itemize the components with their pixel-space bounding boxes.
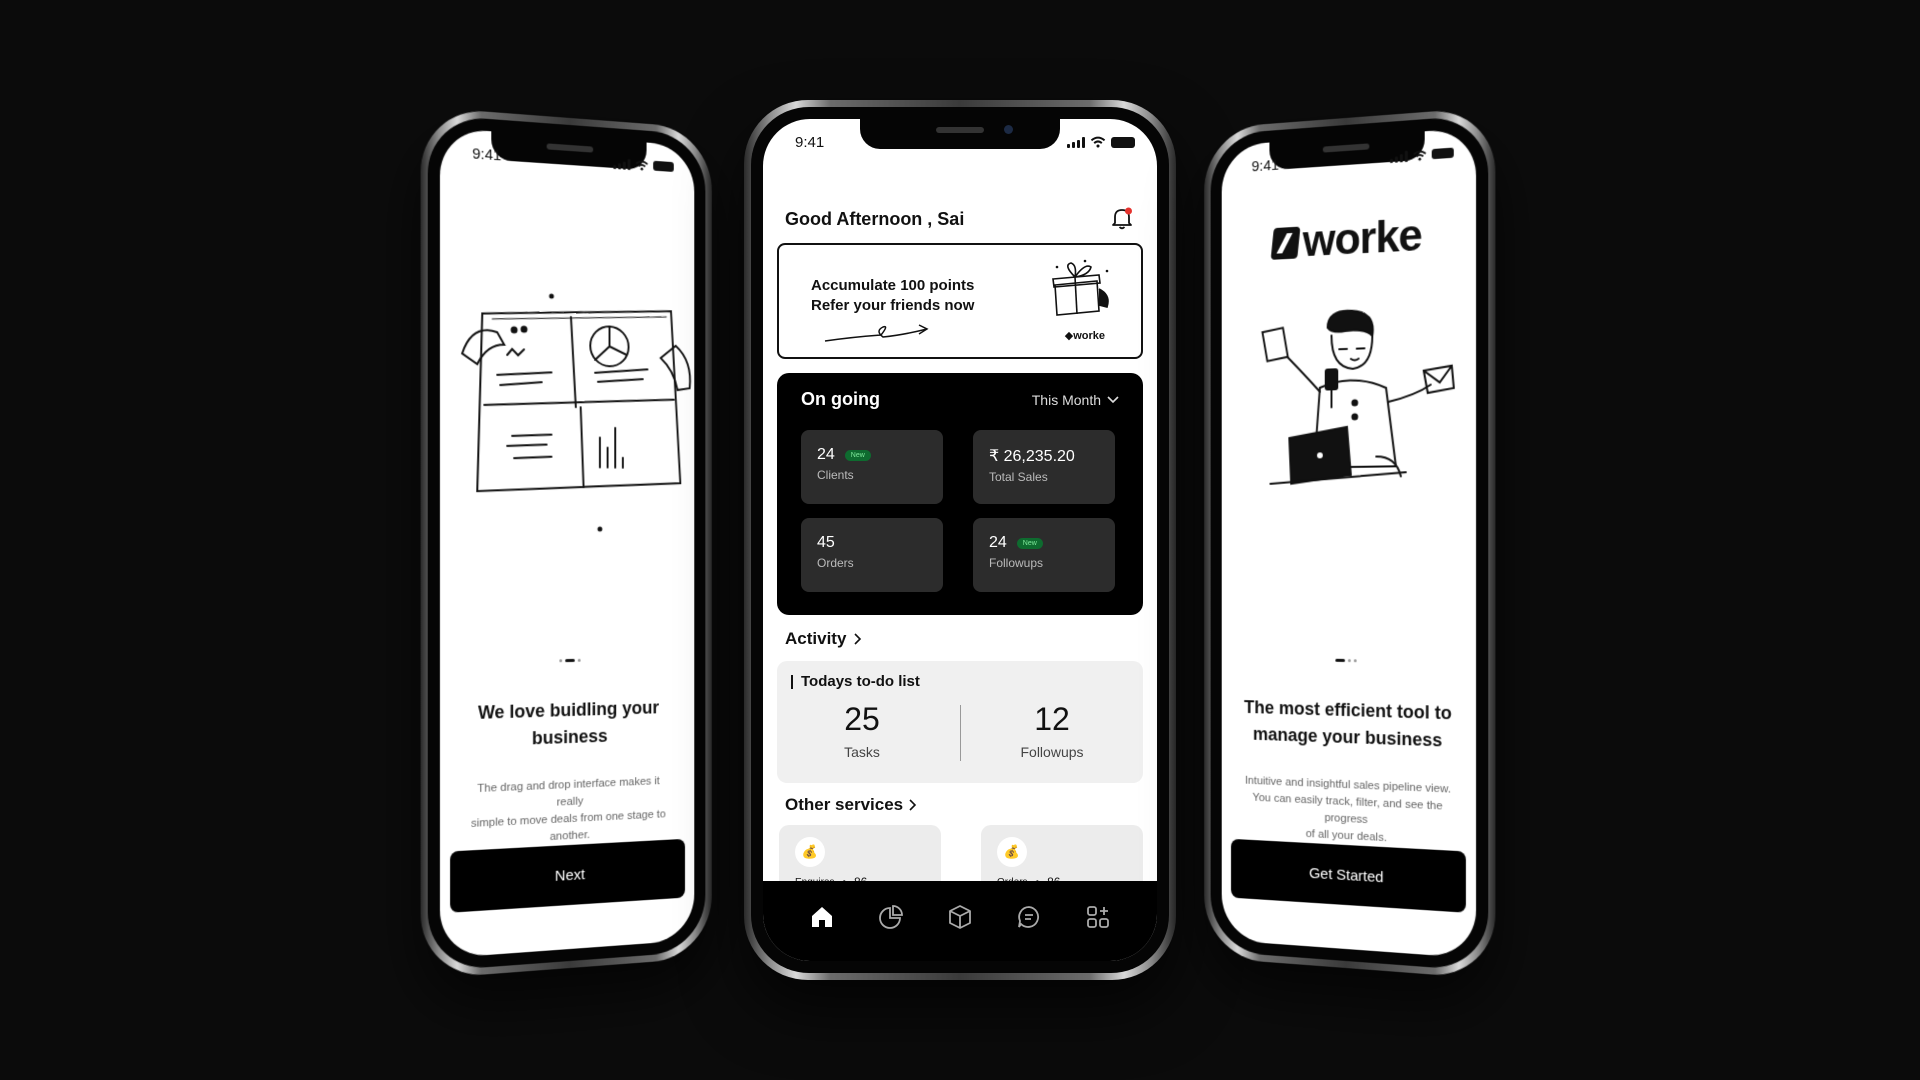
chevron-down-icon (1107, 395, 1119, 403)
clients-count: 24 (817, 446, 835, 463)
total-sales-value: ₹ 26,235.20 (989, 448, 1075, 465)
ongoing-title: On going (801, 389, 880, 409)
todo-title: Todays to-do list (791, 673, 920, 690)
worke-logo: worke (1222, 207, 1476, 271)
orders-label: Orders (817, 556, 854, 570)
todo-card[interactable]: Todays to-do list 25 Tasks 12 Followups (777, 661, 1143, 783)
pie-chart-icon[interactable] (876, 902, 906, 932)
referral-banner[interactable]: Accumulate 100 points Refer your friends… (777, 243, 1143, 359)
chevron-right-icon (854, 633, 862, 645)
scribble-arrow-icon (824, 324, 929, 342)
battery-icon (1111, 136, 1135, 148)
next-button[interactable]: Next (450, 838, 686, 913)
followups-stat: 12 Followups (977, 701, 1127, 760)
month-filter-dropdown[interactable]: This Month (1032, 392, 1119, 408)
status-bar: 9:41 (763, 129, 1157, 155)
box-icon[interactable] (945, 902, 975, 932)
tasks-count: 25 (844, 701, 880, 737)
clients-card[interactable]: 24 New Clients (801, 430, 943, 504)
new-badge: New (1016, 537, 1043, 549)
activity-link[interactable]: Activity (785, 629, 862, 649)
onboarding-description: The drag and drop interface makes it rea… (470, 775, 666, 844)
chevron-right-icon (909, 799, 917, 811)
onboarding-screen-1: 9:41 We love buidling your business The … (439, 127, 695, 959)
total-sales-card[interactable]: ₹ 26,235.20 Total Sales (973, 430, 1115, 504)
orders-count: 45 (817, 534, 835, 551)
followups-stat-count: 12 (1034, 701, 1070, 737)
followups-label: Followups (989, 556, 1044, 570)
page-indicator (440, 656, 694, 664)
followups-stat-label: Followups (1020, 744, 1084, 760)
money-bag-icon: 💰 (795, 837, 825, 867)
money-bag-icon: 💰 (997, 837, 1027, 867)
onboarding-screen-2: 9:41 worke The most efficient tool to ma… (1221, 127, 1477, 959)
total-sales-label: Total Sales (989, 470, 1048, 484)
new-badge: New (844, 449, 871, 461)
signal-icon (1067, 136, 1085, 148)
greeting-text: Good Afternoon , Sai (785, 209, 965, 229)
wifi-icon (1413, 149, 1427, 161)
phone-left: 9:41 We love buidling your business The … (420, 106, 712, 980)
chat-icon[interactable] (1014, 902, 1044, 932)
worke-logo-mark-icon (1270, 226, 1301, 260)
page-indicator (1222, 656, 1476, 664)
followups-count: 24 (989, 534, 1007, 551)
battery-icon (653, 160, 674, 172)
wifi-icon (635, 159, 648, 171)
signal-icon (1390, 150, 1408, 163)
promo-line-1: Accumulate 100 points (811, 277, 975, 294)
get-started-button[interactable]: Get Started (1230, 838, 1466, 913)
wifi-icon (1090, 136, 1106, 148)
multitasking-person-illustration (1233, 302, 1476, 548)
orders-card[interactable]: 45 Orders (801, 518, 943, 592)
battery-icon (1431, 147, 1454, 160)
tasks-label: Tasks (844, 744, 880, 760)
notification-bell-icon[interactable] (1109, 205, 1135, 231)
phone-right: 9:41 worke The most efficient tool to ma… (1204, 106, 1496, 980)
tasks-stat: 25 Tasks (787, 701, 937, 760)
promo-brand: ◆worke (1064, 330, 1105, 342)
phone-center: 9:41 Good Afternoon , Sai Accumulate 100… (744, 100, 1176, 980)
followups-card[interactable]: 24 New Followups (973, 518, 1115, 592)
other-services-link[interactable]: Other services (785, 795, 917, 815)
clients-label: Clients (817, 468, 854, 482)
status-time: 9:41 (472, 144, 502, 164)
home-icon[interactable] (807, 902, 837, 932)
onboarding-title: The most efficient tool to manage your b… (1244, 697, 1452, 751)
onboarding-title: We love buidling your business (477, 697, 660, 749)
divider (960, 705, 961, 761)
bottom-tab-bar (763, 881, 1157, 961)
ongoing-panel: On going This Month 24 New Clients ₹ 26,2… (777, 373, 1143, 615)
gift-box-icon (1052, 259, 1109, 316)
dashboard-illustration (452, 261, 694, 547)
promo-line-2: Refer your friends now (811, 297, 975, 314)
status-time: 9:41 (795, 133, 825, 151)
signal-icon (613, 157, 631, 170)
status-time: 9:41 (1251, 156, 1280, 175)
apps-icon[interactable] (1083, 902, 1113, 932)
onboarding-description: Intuitive and insightful sales pipeline … (1244, 774, 1451, 845)
home-screen: 9:41 Good Afternoon , Sai Accumulate 100… (763, 119, 1157, 961)
